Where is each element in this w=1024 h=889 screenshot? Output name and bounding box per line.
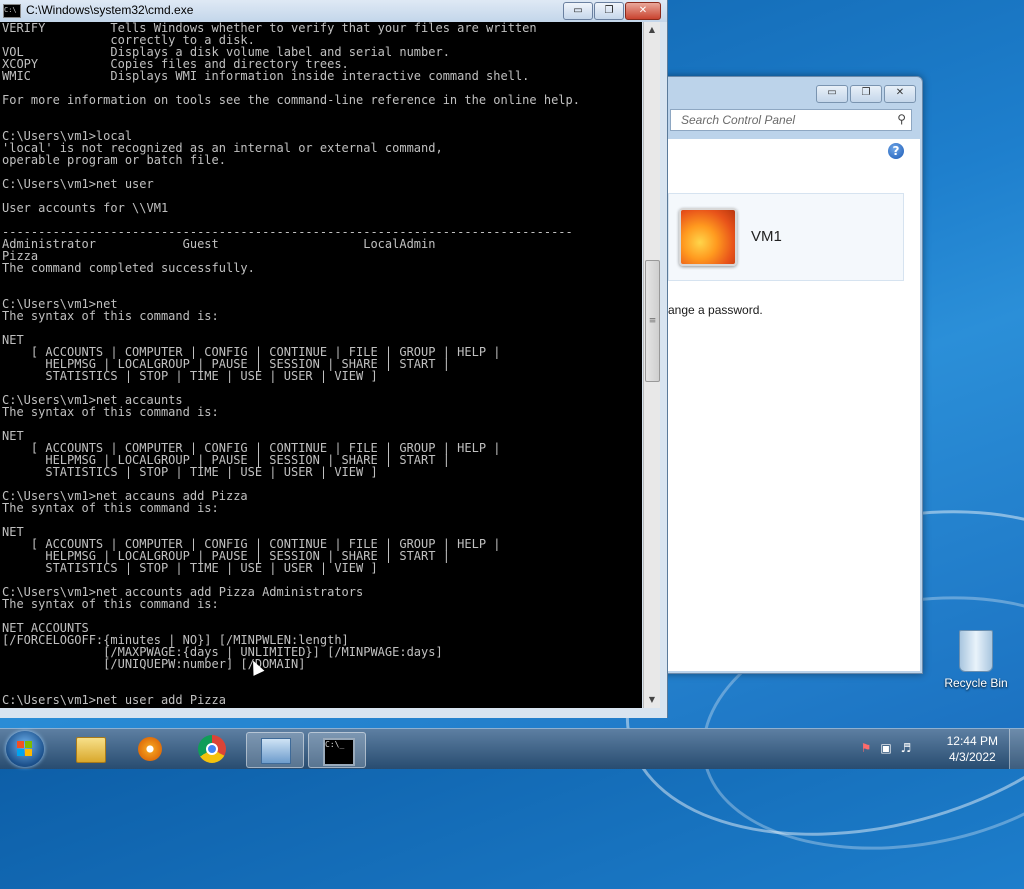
help-icon[interactable]: ? xyxy=(888,143,904,159)
taskbar-cmd[interactable]: C:\_ xyxy=(308,732,366,768)
recycle-bin-desktop-icon[interactable]: Recycle Bin xyxy=(940,630,1012,690)
cmd-output: VERIFY Tells Windows whether to verify t… xyxy=(2,22,580,707)
cmd-window[interactable]: C:\ C:\Windows\system32\cmd.exe ▭ ❐ ✕ VE… xyxy=(0,0,668,718)
scroll-up-arrow-icon[interactable]: ▲ xyxy=(644,22,660,38)
taskbar-media-player[interactable] xyxy=(122,732,178,766)
search-icon[interactable]: ⚲ xyxy=(897,112,906,126)
cmd-window-title: C:\Windows\system32\cmd.exe xyxy=(26,3,194,17)
control-panel-close-button[interactable]: ✕ xyxy=(884,85,916,103)
control-panel-icon xyxy=(261,738,291,764)
user-account-name: VM1 xyxy=(751,228,782,245)
media-player-icon xyxy=(138,737,162,761)
control-panel-titlebar[interactable]: ▭ ❐ ✕ xyxy=(656,77,922,107)
taskbar-control-panel[interactable] xyxy=(246,732,304,768)
scrollbar-thumb[interactable]: ≡ xyxy=(645,260,660,382)
system-tray: ⚑ ▣ ♬ 12:44 PM 4/3/2022 xyxy=(854,729,1024,769)
recycle-bin-icon xyxy=(959,630,993,672)
volume-icon[interactable]: ♬ xyxy=(898,741,914,757)
scroll-down-arrow-icon[interactable]: ▼ xyxy=(644,692,660,708)
user-account-card: VM1 xyxy=(668,193,904,281)
taskbar-chrome[interactable] xyxy=(184,732,240,766)
taskbar-explorer[interactable] xyxy=(62,732,118,766)
cmd-scrollbar[interactable]: ▲ ≡ ▼ xyxy=(643,22,660,708)
search-placeholder: Search Control Panel xyxy=(681,113,796,127)
clock-date: 4/3/2022 xyxy=(948,750,996,764)
control-panel-content: ? VM1 ange a password. xyxy=(668,139,920,671)
control-panel-search-input[interactable]: Search Control Panel ⚲ xyxy=(670,109,912,131)
cmd-restore-button[interactable]: ❐ xyxy=(594,2,624,20)
taskbar: C:\_ ⚑ ▣ ♬ 12:44 PM 4/3/2022 xyxy=(0,728,1024,769)
network-icon[interactable]: ▣ xyxy=(878,741,894,757)
recycle-bin-label: Recycle Bin xyxy=(944,676,1008,690)
control-panel-restore-button[interactable]: ❐ xyxy=(850,85,882,103)
cmd-titlebar[interactable]: C:\ C:\Windows\system32\cmd.exe ▭ ❐ ✕ xyxy=(0,0,667,22)
action-center-flag-icon[interactable]: ⚑ xyxy=(858,741,874,757)
windows-logo-icon xyxy=(17,741,33,757)
folder-icon xyxy=(76,737,106,763)
cmd-close-button[interactable]: ✕ xyxy=(625,2,661,20)
cmd-console[interactable]: VERIFY Tells Windows whether to verify t… xyxy=(0,22,642,708)
control-panel-minimize-button[interactable]: ▭ xyxy=(816,85,848,103)
show-desktop-button[interactable] xyxy=(1009,729,1024,769)
cmd-app-icon[interactable]: C:\ xyxy=(3,4,21,18)
user-picture[interactable] xyxy=(679,208,737,266)
cmd-minimize-button[interactable]: ▭ xyxy=(563,2,593,20)
chrome-icon xyxy=(198,735,226,763)
clock[interactable]: 12:44 PM 4/3/2022 xyxy=(947,733,998,765)
change-password-link[interactable]: ange a password. xyxy=(668,303,763,317)
control-panel-window[interactable]: ▭ ❐ ✕ Search Control Panel ⚲ ? VM1 ange … xyxy=(655,76,923,674)
clock-time: 12:44 PM xyxy=(946,734,998,748)
cmd-icon: C:\_ xyxy=(323,738,355,766)
start-button[interactable] xyxy=(6,731,44,767)
